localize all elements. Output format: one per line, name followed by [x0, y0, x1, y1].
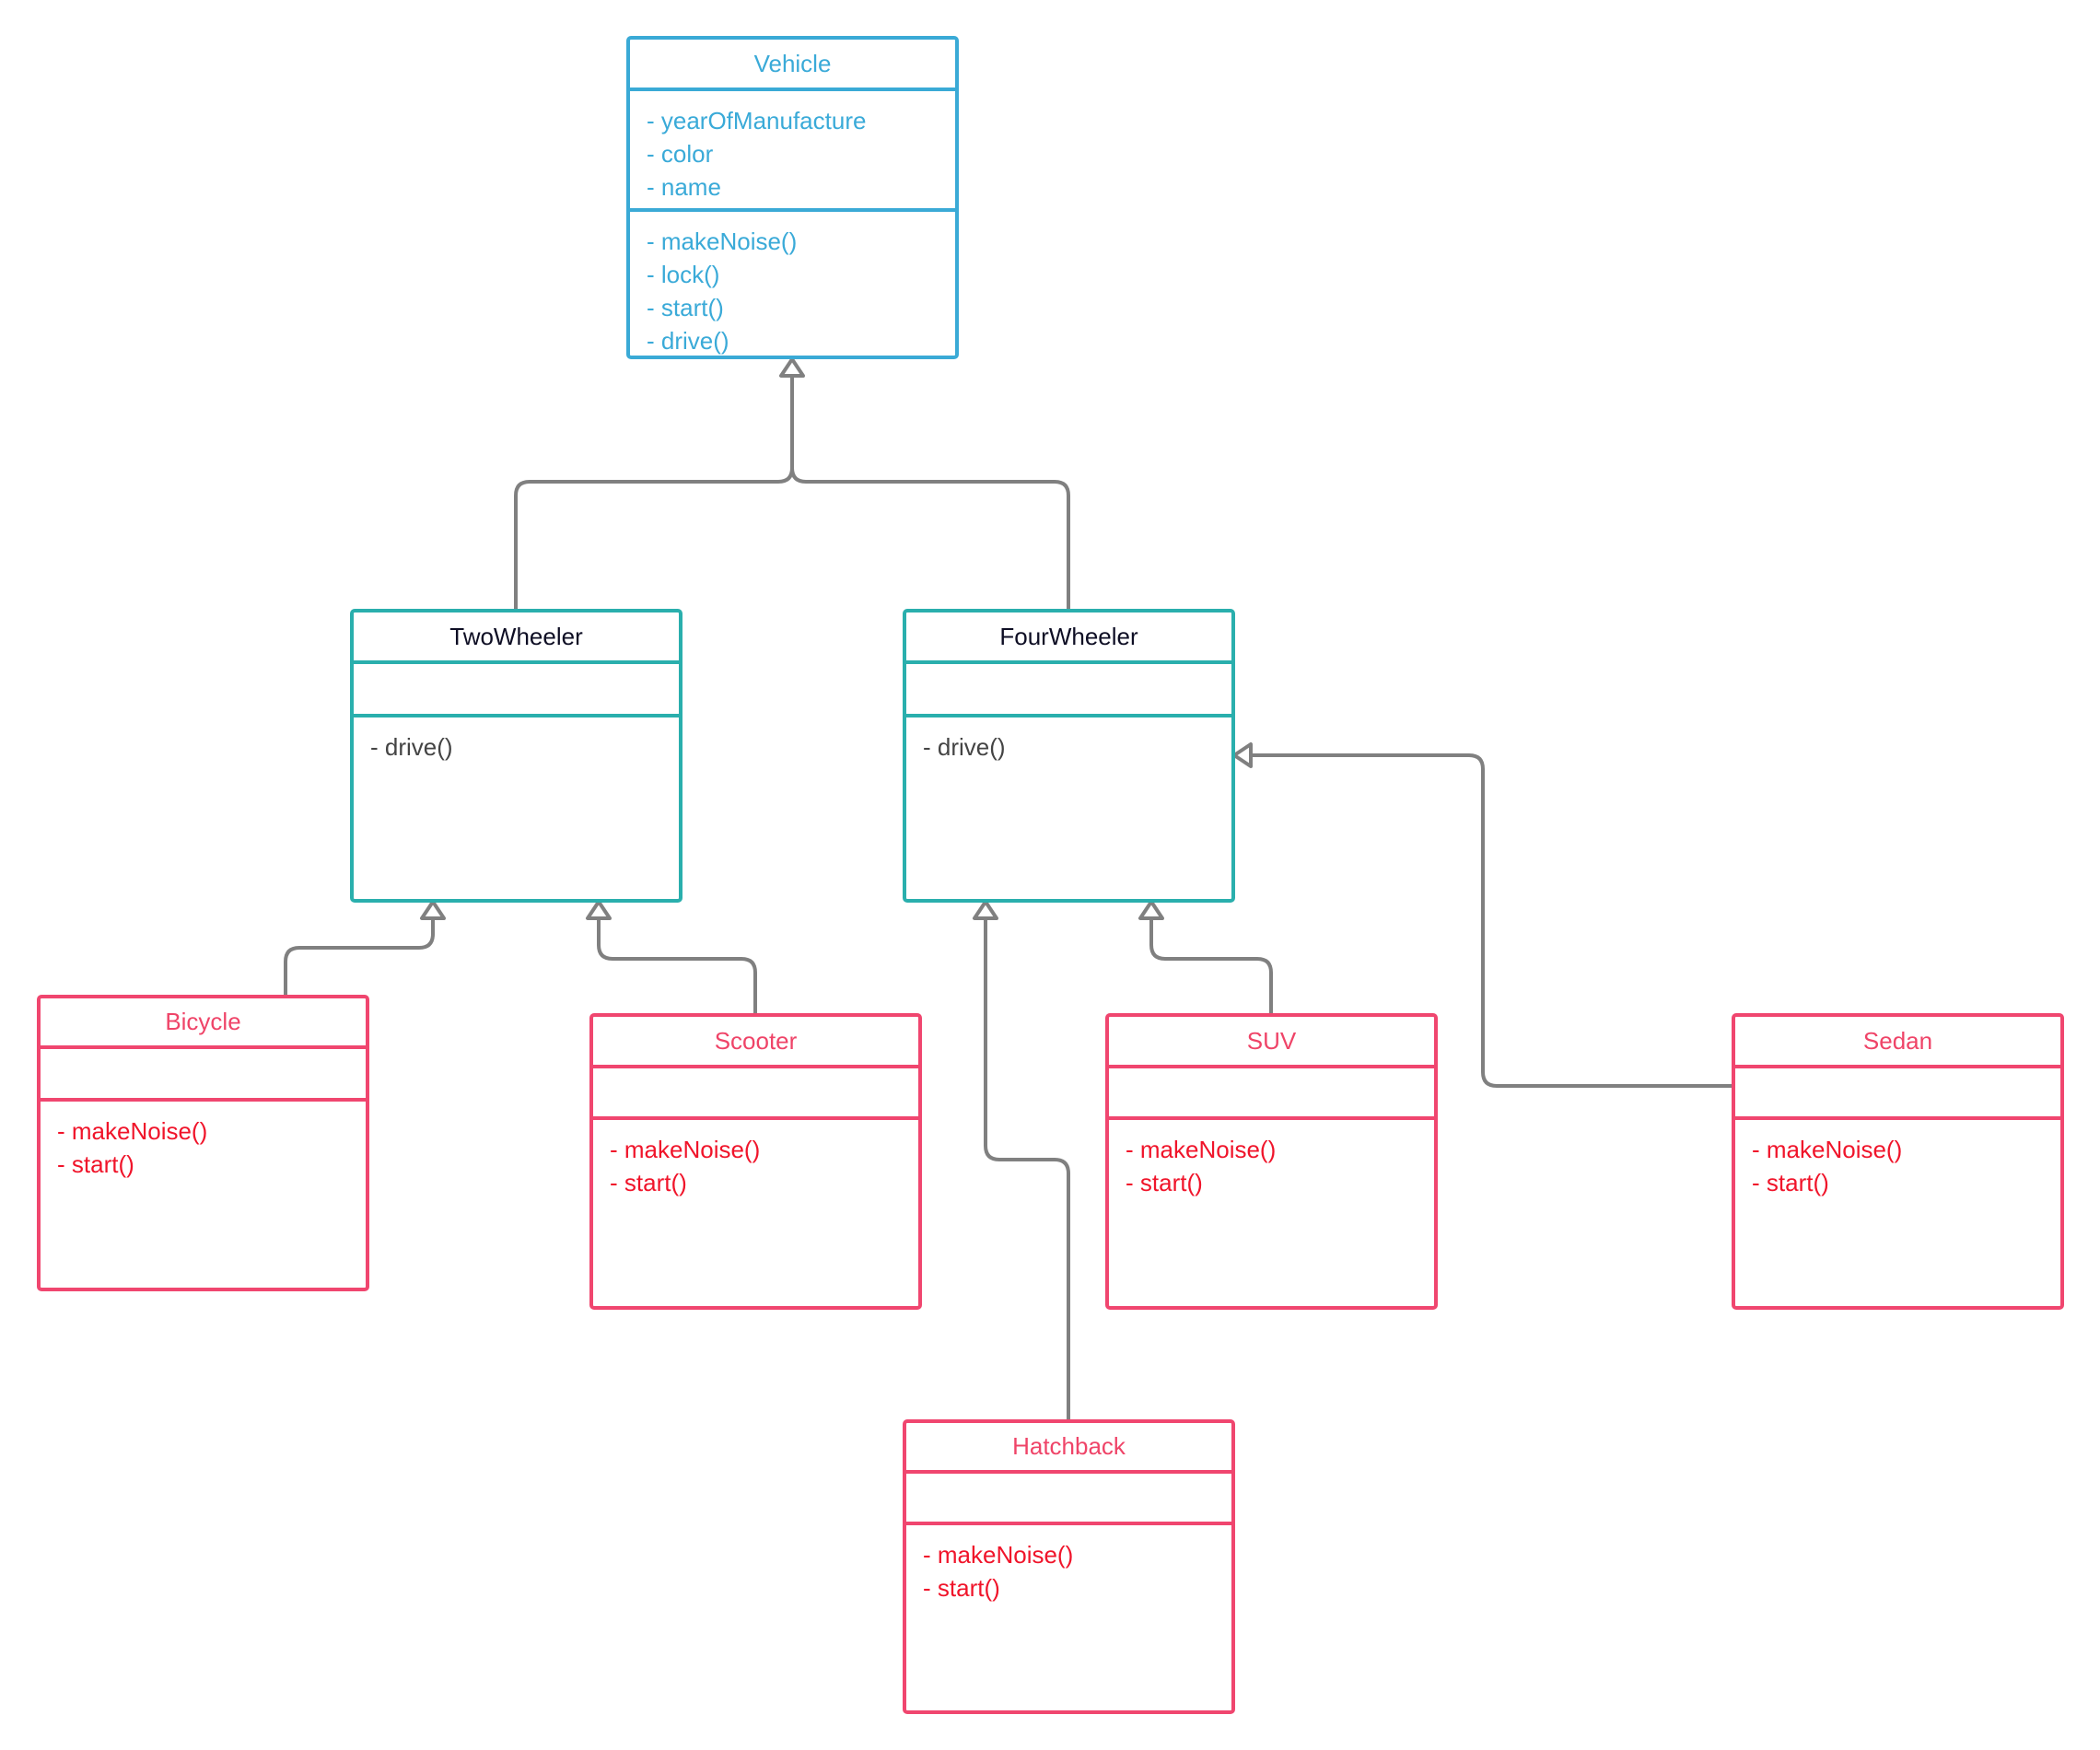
attribute: - name	[647, 173, 721, 201]
generalization-arrow-vehicle	[779, 357, 805, 378]
method: - start()	[923, 1574, 1000, 1602]
class-vehicle-name: Vehicle	[630, 40, 955, 91]
method: - start()	[647, 294, 724, 321]
method: - makeNoise()	[647, 228, 798, 255]
method: - makeNoise()	[1126, 1136, 1277, 1163]
method: - start()	[57, 1150, 134, 1178]
class-hatchback-name: Hatchback	[906, 1423, 1231, 1474]
connector-fourwheeler-vehicle[interactable]	[790, 376, 1070, 609]
class-bicycle-attributes	[41, 1049, 366, 1102]
method: - start()	[1752, 1169, 1829, 1196]
class-twowheeler[interactable]: TwoWheeler - drive()	[350, 609, 682, 903]
method: - makeNoise()	[57, 1117, 208, 1145]
class-sedan-attributes	[1735, 1068, 2060, 1120]
class-sedan-name: Sedan	[1735, 1017, 2060, 1068]
class-hatchback[interactable]: Hatchback - makeNoise() - start()	[903, 1419, 1235, 1714]
class-bicycle[interactable]: Bicycle - makeNoise() - start()	[37, 995, 369, 1291]
connector-twowheeler-vehicle[interactable]	[514, 376, 794, 609]
generalization-arrow-suv	[1138, 900, 1164, 920]
generalization-arrow-sedan	[1232, 742, 1253, 768]
class-bicycle-name: Bicycle	[41, 998, 366, 1049]
method: - drive()	[647, 327, 729, 355]
connector-bicycle-twowheeler[interactable]	[284, 917, 435, 995]
attribute: - color	[647, 140, 714, 168]
method: - drive()	[923, 733, 1006, 761]
class-fourwheeler-attributes	[906, 664, 1231, 718]
generalization-arrow-scooter	[586, 900, 612, 920]
class-vehicle-attributes: - yearOfManufacture - color - name	[630, 91, 955, 212]
method: - start()	[1126, 1169, 1203, 1196]
class-fourwheeler-methods: - drive()	[906, 718, 1231, 764]
class-hatchback-attributes	[906, 1474, 1231, 1525]
method: - drive()	[370, 733, 453, 761]
generalization-arrow-bicycle	[420, 900, 446, 920]
class-twowheeler-name: TwoWheeler	[354, 612, 679, 664]
method: - start()	[610, 1169, 687, 1196]
class-suv-attributes	[1109, 1068, 1434, 1120]
class-suv-name: SUV	[1109, 1017, 1434, 1068]
connector-suv-fourwheeler[interactable]	[1149, 917, 1273, 1013]
method: - makeNoise()	[923, 1541, 1074, 1569]
class-sedan-methods: - makeNoise() - start()	[1735, 1120, 2060, 1199]
class-hatchback-methods: - makeNoise() - start()	[906, 1525, 1231, 1604]
class-bicycle-methods: - makeNoise() - start()	[41, 1102, 366, 1181]
method: - lock()	[647, 261, 720, 288]
class-scooter[interactable]: Scooter - makeNoise() - start()	[589, 1013, 922, 1310]
class-twowheeler-attributes	[354, 664, 679, 718]
class-suv-methods: - makeNoise() - start()	[1109, 1120, 1434, 1199]
connector-scooter-twowheeler[interactable]	[597, 917, 757, 1013]
generalization-arrow-hatchback	[973, 900, 998, 920]
class-vehicle-methods: - makeNoise() - lock() - start() - drive…	[630, 212, 955, 357]
class-sedan[interactable]: Sedan - makeNoise() - start()	[1732, 1013, 2064, 1310]
class-vehicle[interactable]: Vehicle - yearOfManufacture - color - na…	[626, 36, 959, 359]
class-scooter-methods: - makeNoise() - start()	[593, 1120, 918, 1199]
attribute: - yearOfManufacture	[647, 107, 867, 134]
class-scooter-name: Scooter	[593, 1017, 918, 1068]
class-scooter-attributes	[593, 1068, 918, 1120]
class-twowheeler-methods: - drive()	[354, 718, 679, 764]
class-suv[interactable]: SUV - makeNoise() - start()	[1105, 1013, 1438, 1310]
connector-hatchback-fourwheeler[interactable]	[984, 917, 1070, 1419]
class-fourwheeler[interactable]: FourWheeler - drive()	[903, 609, 1235, 903]
method: - makeNoise()	[1752, 1136, 1903, 1163]
class-fourwheeler-name: FourWheeler	[906, 612, 1231, 664]
method: - makeNoise()	[610, 1136, 761, 1163]
